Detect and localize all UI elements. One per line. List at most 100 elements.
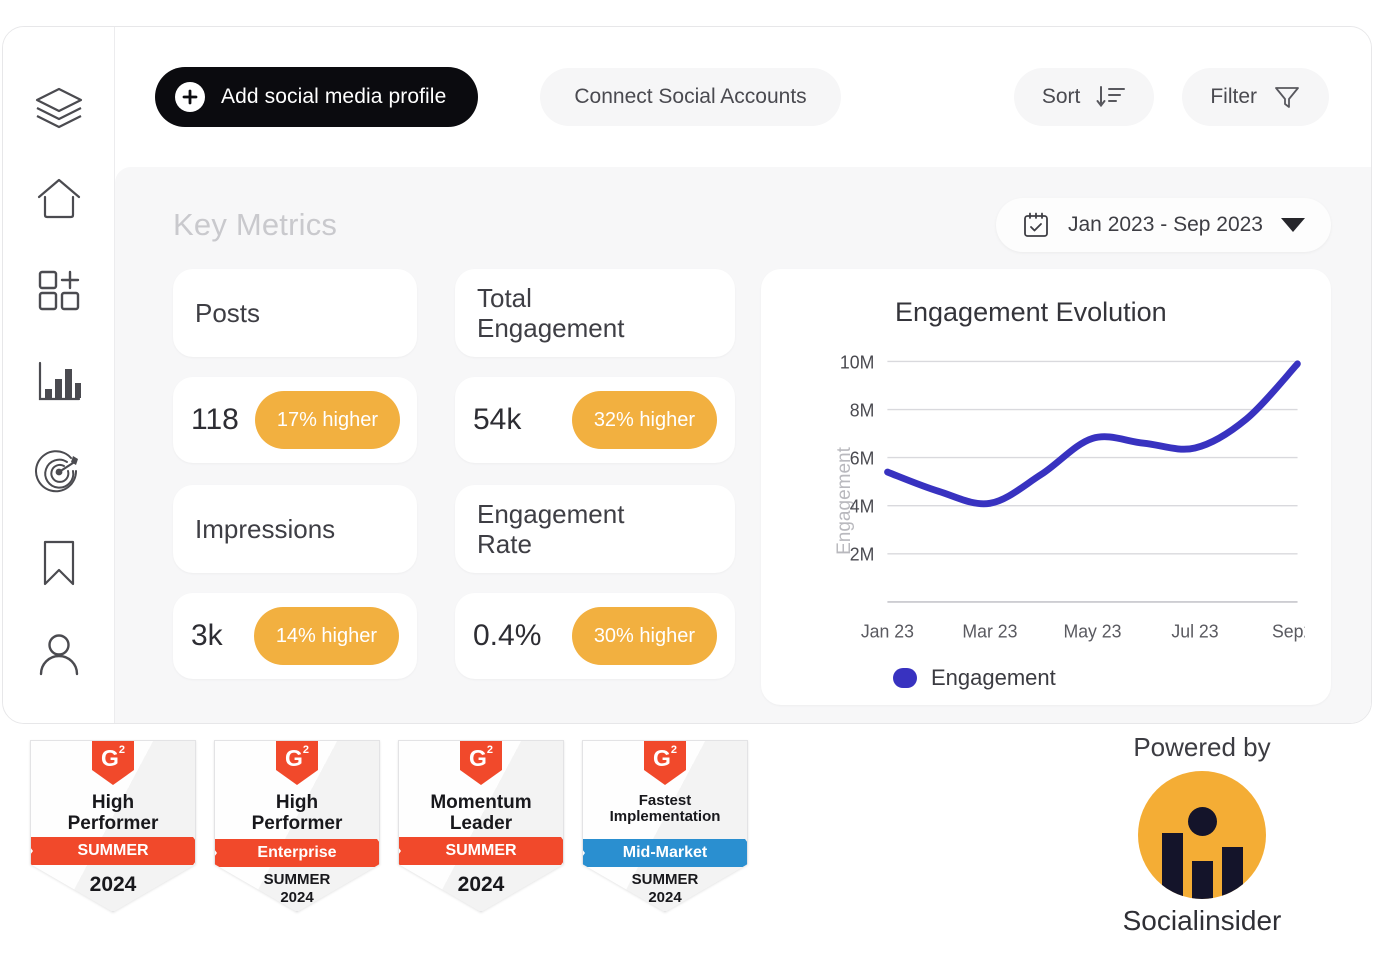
x-axis-tick: Sep23 xyxy=(1272,621,1305,642)
badge-shield: G2MomentumLeaderSUMMER2024 xyxy=(398,740,564,912)
sidebar xyxy=(3,27,115,723)
badge-ribbon: Mid-Market xyxy=(582,839,748,867)
metric-label: Total Engagement xyxy=(455,269,735,357)
badge-year: 2024 xyxy=(399,873,563,897)
g2-logo-icon: G2 xyxy=(276,741,318,785)
g2-badge: G2HighPerformerEnterpriseSUMMER2024 xyxy=(214,740,380,912)
connect-social-accounts-button[interactable]: Connect Social Accounts xyxy=(540,68,840,126)
badge-ribbon: SUMMER xyxy=(398,837,564,865)
metric-card-total-engagement: Total Engagement 54k 32% higher xyxy=(455,269,735,463)
logo-bar-1 xyxy=(1162,833,1183,899)
connect-social-accounts-label: Connect Social Accounts xyxy=(574,85,806,109)
legend-label: Engagement xyxy=(931,665,1056,691)
badge-year: SUMMER2024 xyxy=(215,871,379,906)
chart-legend: Engagement xyxy=(893,665,1305,691)
date-range-label: Jan 2023 - Sep 2023 xyxy=(1068,213,1263,237)
add-social-media-profile-label: Add social media profile xyxy=(221,85,446,109)
filter-button[interactable]: Filter xyxy=(1182,68,1329,126)
badge-shield: G2HighPerformerEnterpriseSUMMER2024 xyxy=(214,740,380,912)
add-grid-icon xyxy=(36,268,82,312)
metric-value: 54k xyxy=(473,403,521,437)
g2-badge: G2HighPerformerSUMMER2024 xyxy=(30,740,196,912)
toolbar: Add social media profile Connect Social … xyxy=(115,27,1371,167)
chart-plot-area: Engagement 10M8M6M4M2MJan 23Mar 23May 23… xyxy=(783,338,1305,663)
metric-value: 0.4% xyxy=(473,619,541,653)
badge-title-line2: Performer xyxy=(252,814,343,835)
layers-icon xyxy=(34,86,84,130)
bookmark-icon xyxy=(39,539,79,587)
add-social-media-profile-button[interactable]: Add social media profile xyxy=(155,67,478,127)
logo-dot xyxy=(1188,807,1217,836)
footer: G2HighPerformerSUMMER2024G2HighPerformer… xyxy=(0,726,1375,962)
metric-label: Posts xyxy=(173,269,417,357)
badge-title-line1: Fastest xyxy=(610,793,721,809)
badge-year: SUMMER2024 xyxy=(583,871,747,906)
sort-button[interactable]: Sort xyxy=(1014,68,1155,126)
y-axis-tick: 6M xyxy=(850,448,875,469)
panel-content: Posts 118 17% higher Total Engagement xyxy=(173,269,1331,705)
sidebar-item-campaigns[interactable] xyxy=(30,443,88,501)
badge-title: HighPerformer xyxy=(64,793,163,834)
g2-badge: G2FastestImplementationMid-MarketSUMMER2… xyxy=(582,740,748,912)
metric-value-row: 0.4% 30% higher xyxy=(455,593,735,679)
x-axis-tick: May 23 xyxy=(1063,621,1121,642)
metrics-row-gap xyxy=(455,463,735,485)
badge-title-line1: Momentum xyxy=(430,793,531,814)
user-icon xyxy=(36,631,82,677)
sort-descending-icon xyxy=(1096,84,1126,110)
powered-by-block: Powered by Socialinsider xyxy=(1087,732,1317,937)
logo-bar-2 xyxy=(1192,861,1213,899)
metric-card-posts: Posts 118 17% higher xyxy=(173,269,417,463)
sidebar-item-add-widget[interactable] xyxy=(30,261,88,319)
badge-year-line1: 2024 xyxy=(31,873,195,897)
badge-title: MomentumLeader xyxy=(426,793,535,834)
badge-title-line2: Leader xyxy=(430,814,531,835)
sidebar-item-analytics[interactable] xyxy=(30,352,88,410)
status-badge: 32% higher xyxy=(572,391,717,449)
x-axis-tick: Mar 23 xyxy=(962,621,1017,642)
badge-year-line1: SUMMER xyxy=(215,871,379,889)
sidebar-item-account[interactable] xyxy=(30,625,88,683)
page-title: Key Metrics xyxy=(173,207,337,243)
badge-title-line1: High xyxy=(252,793,343,814)
sidebar-item-home[interactable] xyxy=(30,170,88,228)
badge-year-line2: 2024 xyxy=(583,889,747,907)
calendar-check-icon xyxy=(1022,211,1050,239)
y-axis-tick: 4M xyxy=(850,496,875,517)
metric-value: 3k xyxy=(191,619,223,653)
home-icon xyxy=(36,177,82,221)
status-badge: 14% higher xyxy=(254,607,399,665)
sidebar-item-layers[interactable] xyxy=(30,79,88,137)
metric-value-row: 54k 32% higher xyxy=(455,377,735,463)
x-axis-tick: Jan 23 xyxy=(861,621,914,642)
y-axis-tick: 2M xyxy=(850,544,875,565)
sort-label: Sort xyxy=(1042,85,1081,109)
app-window: Add social media profile Connect Social … xyxy=(2,26,1372,724)
badge-title-line1: High xyxy=(68,793,159,814)
date-range-picker[interactable]: Jan 2023 - Sep 2023 xyxy=(996,198,1331,252)
metric-label-line2: Engagement xyxy=(477,313,624,343)
main-area: Add social media profile Connect Social … xyxy=(115,27,1371,723)
sidebar-item-saved[interactable] xyxy=(30,534,88,592)
key-metrics-panel: Key Metrics Jan 2023 - Sep 2023 xyxy=(115,167,1371,723)
bar-chart-icon xyxy=(36,359,82,403)
metric-card-impressions: Impressions 3k 14% higher xyxy=(173,485,417,679)
badge-year-line1: SUMMER xyxy=(583,871,747,889)
metric-label-line1: Total xyxy=(477,283,624,313)
chevron-down-icon xyxy=(1281,218,1305,232)
brand-name: Socialinsider xyxy=(1087,905,1317,937)
metric-card-engagement-rate: Engagement Rate 0.4% 30% higher xyxy=(455,485,735,679)
badge-year-line2: 2024 xyxy=(215,889,379,907)
metric-label: Engagement Rate xyxy=(455,485,735,573)
funnel-icon xyxy=(1273,83,1301,111)
chart-title: Engagement Evolution xyxy=(895,297,1305,328)
series-line-engagement xyxy=(887,364,1297,504)
engagement-evolution-chart-card: Engagement Evolution Engagement 10M 8M 6M 4… xyxy=(761,269,1331,705)
badge-shield: G2FastestImplementationMid-MarketSUMMER2… xyxy=(582,740,748,912)
y-axis-tick: 10M xyxy=(840,352,874,373)
badge-shield: G2HighPerformerSUMMER2024 xyxy=(30,740,196,912)
x-axis-tick: Jul 23 xyxy=(1171,621,1218,642)
badge-ribbon: SUMMER xyxy=(30,837,196,865)
metric-value-row: 3k 14% higher xyxy=(173,593,417,679)
y-axis-tick: 8M xyxy=(850,400,875,421)
